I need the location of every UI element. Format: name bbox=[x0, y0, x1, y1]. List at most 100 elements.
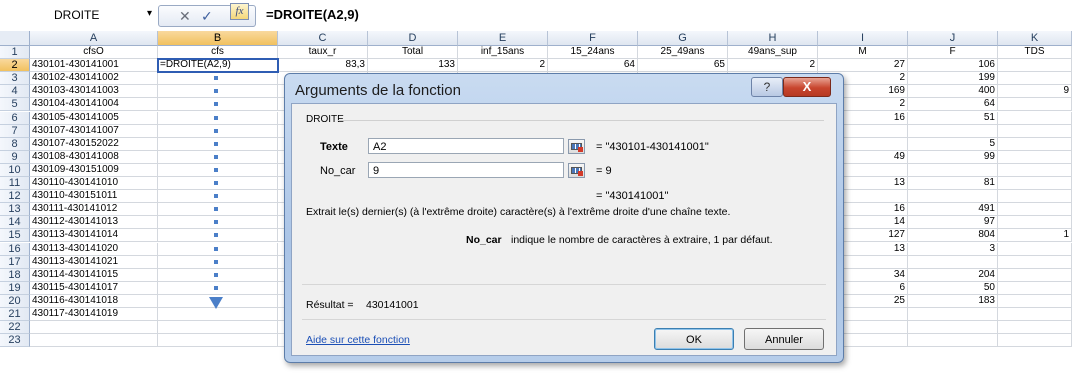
cell-j16[interactable]: 3 bbox=[908, 242, 998, 256]
cell-b10[interactable] bbox=[158, 163, 278, 177]
cell-a22[interactable] bbox=[30, 321, 158, 335]
cell-j12[interactable] bbox=[908, 190, 998, 204]
column-header-k[interactable]: K bbox=[998, 31, 1072, 46]
column-label-cell[interactable]: M bbox=[818, 46, 908, 59]
cell-a12[interactable]: 430110-430151011 bbox=[30, 190, 158, 204]
row-header-6[interactable]: 6 bbox=[0, 111, 30, 125]
cell-b23[interactable] bbox=[158, 334, 278, 348]
select-all-corner[interactable] bbox=[0, 31, 30, 46]
cell-k11[interactable] bbox=[998, 177, 1072, 190]
column-header-g[interactable]: G bbox=[638, 31, 728, 46]
cell-b9[interactable] bbox=[158, 150, 278, 164]
cell-b16[interactable] bbox=[158, 242, 278, 256]
column-header-h[interactable]: H bbox=[728, 31, 818, 46]
cell-k3[interactable] bbox=[998, 72, 1072, 86]
row-header-22[interactable]: 22 bbox=[0, 321, 30, 335]
row-header-19[interactable]: 19 bbox=[0, 281, 30, 295]
cell-a20[interactable]: 430116-430141018 bbox=[30, 294, 158, 308]
arg-nocar-input[interactable]: 9 bbox=[368, 162, 564, 178]
cell-f2[interactable]: 64 bbox=[548, 59, 638, 73]
cell-j7[interactable] bbox=[908, 124, 998, 138]
cell-b5[interactable] bbox=[158, 98, 278, 112]
column-header-j[interactable]: J bbox=[908, 31, 998, 46]
cell-a11[interactable]: 430110-430141010 bbox=[30, 177, 158, 190]
cell-a2[interactable]: 430101-430141001 bbox=[30, 59, 158, 73]
function-help-link[interactable]: Aide sur cette fonction bbox=[306, 334, 410, 346]
row-header-16[interactable]: 16 bbox=[0, 242, 30, 256]
cell-k2[interactable] bbox=[998, 59, 1072, 73]
cell-b14[interactable] bbox=[158, 216, 278, 230]
column-header-c[interactable]: C bbox=[278, 31, 368, 46]
cell-a15[interactable]: 430113-430141014 bbox=[30, 229, 158, 243]
cell-b11[interactable] bbox=[158, 177, 278, 190]
row-header-8[interactable]: 8 bbox=[0, 137, 30, 151]
cell-a10[interactable]: 430109-430151009 bbox=[30, 163, 158, 177]
name-box[interactable]: DROITE bbox=[54, 6, 134, 24]
column-header-f[interactable]: F bbox=[548, 31, 638, 46]
column-label-cell[interactable]: 25_49ans bbox=[638, 46, 728, 59]
cell-b12[interactable] bbox=[158, 190, 278, 204]
cell-j23[interactable] bbox=[908, 334, 998, 348]
column-label-cell[interactable]: Total bbox=[368, 46, 458, 59]
cell-k18[interactable] bbox=[998, 268, 1072, 282]
ok-button[interactable]: OK bbox=[654, 328, 734, 350]
cell-k4[interactable]: 9 bbox=[998, 85, 1072, 99]
cell-g2[interactable]: 65 bbox=[638, 59, 728, 73]
row-header-18[interactable]: 18 bbox=[0, 268, 30, 282]
cell-c2[interactable]: 83,3 bbox=[278, 59, 368, 73]
cell-b22[interactable] bbox=[158, 321, 278, 335]
cell-b8[interactable] bbox=[158, 137, 278, 151]
help-icon[interactable]: ? bbox=[751, 77, 783, 97]
row-header-23[interactable]: 23 bbox=[0, 334, 30, 348]
row-header-12[interactable]: 12 bbox=[0, 190, 30, 204]
cell-j3[interactable]: 199 bbox=[908, 72, 998, 86]
column-label-cell[interactable]: cfsO bbox=[30, 46, 158, 59]
cell-a17[interactable]: 430113-430141021 bbox=[30, 255, 158, 269]
row-header-4[interactable]: 4 bbox=[0, 85, 30, 99]
insert-function-icon[interactable]: fx bbox=[230, 3, 249, 20]
row-header-2[interactable]: 2 bbox=[0, 59, 30, 73]
cell-k20[interactable] bbox=[998, 294, 1072, 308]
cell-b2[interactable]: =DROITE(A2,9) bbox=[157, 58, 279, 74]
row-header-10[interactable]: 10 bbox=[0, 163, 30, 177]
cell-e2[interactable]: 2 bbox=[458, 59, 548, 73]
cell-k7[interactable] bbox=[998, 124, 1072, 138]
cell-a7[interactable]: 430107-430141007 bbox=[30, 124, 158, 138]
close-icon[interactable]: X bbox=[783, 77, 831, 97]
cell-a19[interactable]: 430115-430141017 bbox=[30, 281, 158, 295]
cell-k5[interactable] bbox=[998, 98, 1072, 112]
cell-h2[interactable]: 2 bbox=[728, 59, 818, 73]
cell-k16[interactable] bbox=[998, 242, 1072, 256]
cell-b4[interactable] bbox=[158, 85, 278, 99]
row-header-20[interactable]: 20 bbox=[0, 294, 30, 308]
column-label-cell[interactable]: F bbox=[908, 46, 998, 59]
cell-j20[interactable]: 183 bbox=[908, 294, 998, 308]
cell-j14[interactable]: 97 bbox=[908, 216, 998, 230]
column-header-e[interactable]: E bbox=[458, 31, 548, 46]
cell-k14[interactable] bbox=[998, 216, 1072, 230]
row-header-13[interactable]: 13 bbox=[0, 203, 30, 217]
cell-a6[interactable]: 430105-430141005 bbox=[30, 111, 158, 125]
cell-j22[interactable] bbox=[908, 321, 998, 335]
row-header-5[interactable]: 5 bbox=[0, 98, 30, 112]
cell-k10[interactable] bbox=[998, 163, 1072, 177]
cell-j18[interactable]: 204 bbox=[908, 268, 998, 282]
cell-a3[interactable]: 430102-430141002 bbox=[30, 72, 158, 86]
cell-k8[interactable] bbox=[998, 137, 1072, 151]
cell-k12[interactable] bbox=[998, 190, 1072, 204]
row-header-21[interactable]: 21 bbox=[0, 308, 30, 321]
column-label-cell[interactable]: taux_r bbox=[278, 46, 368, 59]
cancel-button[interactable]: Annuler bbox=[744, 328, 824, 350]
cell-j17[interactable] bbox=[908, 255, 998, 269]
collapse-dialog-icon[interactable] bbox=[568, 139, 585, 154]
cell-b18[interactable] bbox=[158, 268, 278, 282]
enter-formula-icon[interactable]: ✓ bbox=[201, 6, 213, 26]
cell-j5[interactable]: 64 bbox=[908, 98, 998, 112]
cell-j9[interactable]: 99 bbox=[908, 150, 998, 164]
collapse-dialog-icon[interactable] bbox=[568, 163, 585, 178]
cell-a5[interactable]: 430104-430141004 bbox=[30, 98, 158, 112]
cell-k21[interactable] bbox=[998, 308, 1072, 321]
cell-a16[interactable]: 430113-430141020 bbox=[30, 242, 158, 256]
row-header-7[interactable]: 7 bbox=[0, 124, 30, 138]
column-label-cell[interactable]: 15_24ans bbox=[548, 46, 638, 59]
